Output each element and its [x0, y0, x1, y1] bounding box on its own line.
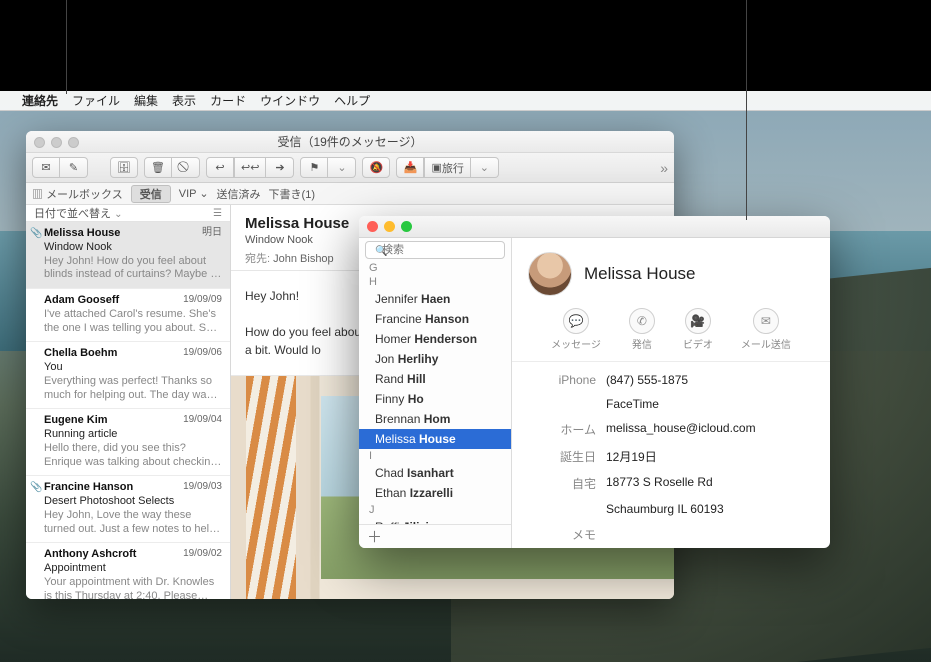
- contact-row[interactable]: Raffi Jilizian: [359, 517, 511, 524]
- viewer-to-label: 宛先:: [245, 253, 270, 265]
- move-folder-label: 旅行: [442, 160, 464, 176]
- card-field: 自宅18773 S Roselle Rd: [528, 470, 814, 497]
- forward-button[interactable]: ➔: [266, 157, 294, 178]
- section-letter: G: [359, 261, 511, 275]
- card-field: iPhone(847) 555-1875: [528, 368, 814, 392]
- close-icon[interactable]: [367, 221, 378, 232]
- mail-toolbar: ✉︎ ✎ 🗄 🗑 ⃠ ↩︎ ↩︎↩︎ ➔ ⚑ ⌄ 🔕 📥 ▣ 旅行 ⌄ »: [26, 153, 674, 183]
- move-folder-button[interactable]: ▣ 旅行: [424, 157, 470, 178]
- card-field: メモ: [528, 521, 814, 548]
- video-icon: 🎥: [685, 308, 711, 334]
- mail-icon: ✉︎: [753, 308, 779, 334]
- section-letter: I: [359, 449, 511, 463]
- mail-titlebar: 受信（19件のメッセージ）: [26, 131, 674, 153]
- mute-button[interactable]: 🔕: [362, 157, 390, 178]
- move-button[interactable]: 📥: [396, 157, 424, 178]
- card-field: FaceTime: [528, 392, 814, 416]
- vip-favorite[interactable]: VIP ⌄: [179, 187, 209, 200]
- move-menu-button[interactable]: ⌄: [471, 157, 499, 178]
- message-icon: 💬: [563, 308, 589, 334]
- message-row[interactable]: Anthony Ashcroft19/09/02AppointmentYour …: [26, 543, 230, 599]
- message-list: 日付で並べ替え ⌄ ☰ 📎Melissa House明日Window NookH…: [26, 205, 231, 599]
- message-row[interactable]: 📎Melissa House明日Window NookHey John! How…: [26, 222, 230, 289]
- attachment-icon: 📎: [30, 482, 42, 495]
- call-action[interactable]: ✆ 発信: [629, 308, 655, 351]
- contact-row[interactable]: Finny Ho: [359, 389, 511, 409]
- contact-name: Melissa House: [584, 264, 696, 284]
- window-menu[interactable]: ウインドウ: [260, 92, 320, 109]
- chevron-down-icon: ⌄: [114, 209, 122, 220]
- attachment-icon: 📎: [30, 228, 42, 241]
- viewer-to: John Bishop: [273, 253, 334, 265]
- archive-button[interactable]: 🗄: [110, 157, 138, 178]
- flag-button[interactable]: ⚑: [300, 157, 328, 178]
- app-menu[interactable]: 連絡先: [22, 92, 58, 109]
- video-action[interactable]: 🎥 ビデオ: [683, 308, 713, 351]
- card-menu[interactable]: カード: [210, 92, 246, 109]
- toolbar-overflow-icon[interactable]: »: [660, 160, 668, 176]
- filter-icon[interactable]: ☰: [213, 208, 222, 219]
- add-contact-button[interactable]: ＋: [359, 524, 511, 548]
- search-field[interactable]: 🔍: [365, 241, 505, 259]
- system-menubar: 連絡先 ファイル 編集 表示 カード ウインドウ ヘルプ: [0, 91, 931, 111]
- compose-button[interactable]: ✎: [60, 157, 88, 178]
- card-field: ホームmelissa_house@icloud.com: [528, 416, 814, 443]
- contacts-window: 🔍 GHJennifer HaenFrancine HansonHomer He…: [359, 216, 830, 548]
- zoom-icon[interactable]: [68, 137, 79, 148]
- avatar[interactable]: [528, 252, 572, 296]
- contacts-titlebar: [359, 216, 830, 238]
- sent-favorite[interactable]: 送信済み: [217, 186, 261, 202]
- reply-button[interactable]: ↩︎: [206, 157, 234, 178]
- contact-row[interactable]: Homer Henderson: [359, 329, 511, 349]
- card-field: Schaumburg IL 60193: [528, 497, 814, 521]
- close-icon[interactable]: [34, 137, 45, 148]
- contacts-list: 🔍 GHJennifer HaenFrancine HansonHomer He…: [359, 238, 512, 548]
- contact-row[interactable]: Rand Hill: [359, 369, 511, 389]
- contact-row[interactable]: Brennan Hom: [359, 409, 511, 429]
- mail-window-title: 受信（19件のメッセージ）: [277, 133, 422, 150]
- section-letter: H: [359, 275, 511, 289]
- help-menu[interactable]: ヘルプ: [334, 92, 370, 109]
- minimize-icon[interactable]: [384, 221, 395, 232]
- message-row[interactable]: Eugene Kim19/09/04Running articleHello t…: [26, 409, 230, 476]
- section-letter: J: [359, 503, 511, 517]
- contact-row[interactable]: Melissa House: [359, 429, 511, 449]
- view-menu[interactable]: 表示: [172, 92, 196, 109]
- contact-row[interactable]: Francine Hanson: [359, 309, 511, 329]
- reply-all-button[interactable]: ↩︎↩︎: [234, 157, 266, 178]
- message-action[interactable]: 💬 メッセージ: [551, 308, 601, 351]
- contact-row[interactable]: Jon Herlihy: [359, 349, 511, 369]
- inbox-favorite[interactable]: 受信: [131, 185, 171, 203]
- mail-action[interactable]: ✉︎ メール送信: [741, 308, 791, 351]
- drafts-favorite[interactable]: 下書き(1): [269, 186, 315, 202]
- minimize-icon[interactable]: [51, 137, 62, 148]
- edit-menu[interactable]: 編集: [134, 92, 158, 109]
- message-row[interactable]: Chella Boehm19/09/06YouEverything was pe…: [26, 342, 230, 409]
- message-row[interactable]: 📎Francine Hanson19/09/03Desert Photoshoo…: [26, 476, 230, 543]
- search-icon: 🔍: [375, 246, 387, 257]
- contact-row[interactable]: Ethan Izzarelli: [359, 483, 511, 503]
- mailboxes-button[interactable]: ▥ メールボックス: [32, 186, 123, 202]
- message-row[interactable]: Adam Gooseff19/09/09I've attached Carol'…: [26, 289, 230, 342]
- file-menu[interactable]: ファイル: [72, 92, 120, 109]
- contact-row[interactable]: Chad Isanhart: [359, 463, 511, 483]
- delete-button[interactable]: 🗑: [144, 157, 172, 178]
- sort-header[interactable]: 日付で並べ替え ⌄ ☰: [26, 205, 230, 222]
- phone-icon: ✆: [629, 308, 655, 334]
- get-mail-button[interactable]: ✉︎: [32, 157, 60, 178]
- junk-button[interactable]: ⃠: [172, 157, 200, 178]
- contact-card: Melissa House 💬 メッセージ ✆ 発信 🎥 ビデオ ✉︎ メール送…: [512, 238, 830, 548]
- zoom-icon[interactable]: [401, 221, 412, 232]
- contact-row[interactable]: Jennifer Haen: [359, 289, 511, 309]
- mail-favorites-bar: ▥ メールボックス 受信 VIP ⌄ 送信済み 下書き(1): [26, 183, 674, 205]
- flag-menu-button[interactable]: ⌄: [328, 157, 356, 178]
- card-field: 誕生日12月19日: [528, 443, 814, 470]
